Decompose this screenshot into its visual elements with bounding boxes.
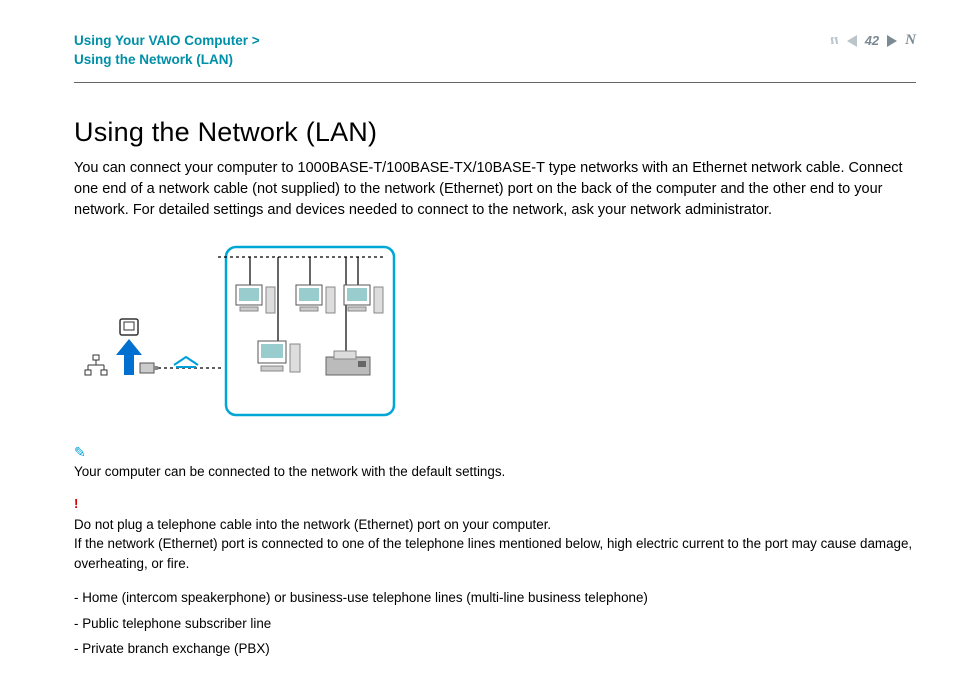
- next-arrow-icon[interactable]: [887, 35, 897, 47]
- next-mark[interactable]: N: [905, 32, 916, 49]
- computer-icon: [236, 285, 275, 313]
- printer-icon: [326, 351, 370, 375]
- warning-block: ! Do not plug a telephone cable into the…: [74, 495, 916, 573]
- list-item: Public telephone subscriber line: [74, 611, 916, 636]
- list-item: Private branch exchange (PBX): [74, 636, 916, 661]
- warning-text: Do not plug a telephone cable into the n…: [74, 515, 916, 573]
- breadcrumb-line-1: Using Your VAIO Computer >: [74, 32, 260, 51]
- warning-icon: !: [74, 496, 78, 511]
- modem-icon: [174, 357, 198, 367]
- page-title: Using the Network (LAN): [74, 117, 916, 148]
- warning-list: Home (intercom speakerphone) or business…: [74, 585, 916, 661]
- up-arrow-icon: [116, 339, 142, 375]
- network-glyph-icon: [85, 355, 107, 375]
- note-pencil-icon: ✎: [74, 444, 86, 460]
- intro-paragraph: You can connect your computer to 1000BAS…: [74, 158, 916, 221]
- computer-icon: [258, 341, 300, 372]
- computer-icon: [296, 285, 335, 313]
- note-block: ✎ Your computer can be connected to the …: [74, 444, 916, 479]
- warning-line-1: Do not plug a telephone cable into the n…: [74, 517, 551, 532]
- computer-icon: [344, 285, 383, 313]
- warning-line-2: If the network (Ethernet) port is connec…: [74, 536, 912, 570]
- header-rule: [74, 82, 916, 83]
- ethernet-port-icon: [120, 319, 138, 335]
- page-number: 42: [865, 33, 879, 48]
- breadcrumb-line-2: Using the Network (LAN): [74, 51, 260, 70]
- list-item: Home (intercom speakerphone) or business…: [74, 585, 916, 610]
- prev-mark[interactable]: n: [830, 32, 838, 49]
- lan-diagram: [78, 239, 916, 424]
- pager: n 42 N: [830, 32, 916, 49]
- connector-icon: [140, 363, 158, 373]
- prev-arrow-icon[interactable]: [847, 35, 857, 47]
- note-text: Your computer can be connected to the ne…: [74, 464, 916, 479]
- breadcrumb: Using Your VAIO Computer > Using the Net…: [74, 32, 260, 70]
